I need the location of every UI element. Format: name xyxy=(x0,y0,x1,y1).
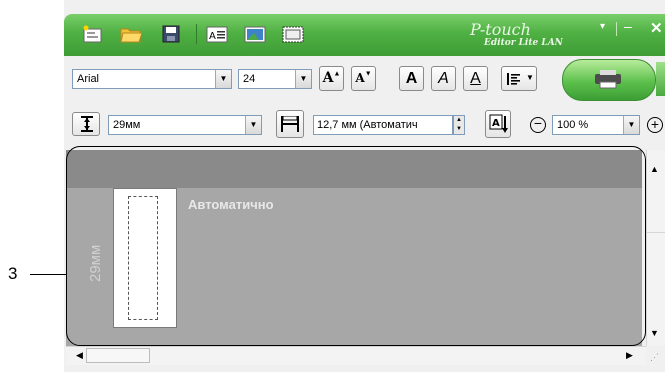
label-length-value: 12,7 мм (Автоматич xyxy=(317,119,418,131)
save-icon[interactable] xyxy=(160,24,182,44)
font-name-select[interactable]: Arial xyxy=(72,69,232,89)
printer-icon xyxy=(595,70,621,89)
callout-number: 3 xyxy=(8,264,18,283)
resize-grip-icon[interactable]: ⋰ xyxy=(650,352,664,366)
vertical-scrollbar[interactable]: ▲ ▼ xyxy=(646,150,665,346)
zoom-in-icon[interactable]: + xyxy=(647,117,663,133)
callout-highlight-frame xyxy=(66,146,646,346)
align-button[interactable]: ▼ xyxy=(501,66,537,91)
open-folder-icon[interactable] xyxy=(120,24,142,44)
horizontal-scroll-thumb[interactable] xyxy=(86,348,150,363)
scroll-up-icon[interactable]: ▲ xyxy=(650,164,659,174)
label-length-input[interactable]: 12,7 мм (Автоматич xyxy=(313,115,453,135)
shrink-font-button[interactable]: A▼ xyxy=(351,66,376,91)
tape-width-select[interactable]: 29мм xyxy=(108,115,262,135)
font-size-value: 24 xyxy=(243,73,256,85)
insert-image-icon[interactable] xyxy=(244,24,266,44)
brand-name: P-touch xyxy=(470,20,531,39)
scroll-down-icon[interactable]: ▼ xyxy=(650,328,659,338)
print-options-dropdown[interactable] xyxy=(656,62,665,96)
close-button[interactable]: ✕ xyxy=(650,19,663,37)
tape-width-dropdown-icon[interactable]: ▼ xyxy=(245,116,261,134)
new-label-icon[interactable] xyxy=(82,24,104,44)
svg-text:A: A xyxy=(492,118,500,129)
minimize-button[interactable]: – xyxy=(624,18,632,34)
zoom-value: 100 % xyxy=(557,119,589,131)
scroll-left-icon[interactable]: ◀ xyxy=(76,350,83,361)
zoom-dropdown-icon[interactable]: ▼ xyxy=(623,116,639,134)
insert-text-icon[interactable]: A xyxy=(206,24,228,44)
label-length-button[interactable] xyxy=(276,110,304,138)
font-size-dropdown-icon[interactable]: ▼ xyxy=(295,70,311,88)
callout-line xyxy=(30,274,67,275)
toolbar-separator xyxy=(196,24,197,44)
insert-frame-icon[interactable] xyxy=(282,24,304,44)
brand-edition: Editor Lite LAN xyxy=(484,38,563,48)
font-name-value: Arial xyxy=(77,73,100,85)
tape-width-button[interactable] xyxy=(72,112,100,136)
label-length-spinner[interactable]: ▲ ▼ xyxy=(453,115,465,135)
font-name-dropdown-icon[interactable]: ▼ xyxy=(215,70,231,88)
align-dropdown-icon: ▼ xyxy=(526,73,534,82)
horizontal-scrollbar[interactable]: ◀ ▶ xyxy=(66,346,646,365)
tape-width-value: 29мм xyxy=(113,119,141,131)
title-menu-arrow[interactable]: ▾ xyxy=(600,21,605,32)
italic-button[interactable]: A xyxy=(431,66,456,91)
zoom-out-icon[interactable]: − xyxy=(530,116,546,133)
grow-font-button[interactable]: A▲ xyxy=(319,66,344,91)
underline-button[interactable]: A xyxy=(463,66,488,91)
svg-text:A: A xyxy=(209,31,216,42)
label-length-icon xyxy=(281,116,299,132)
tape-width-icon xyxy=(81,116,93,132)
scroll-right-icon[interactable]: ▶ xyxy=(626,350,633,361)
vertical-scroll-divider xyxy=(647,232,665,233)
vertical-text-icon: A xyxy=(489,114,508,133)
title-separator xyxy=(616,22,617,36)
text-direction-button[interactable]: A xyxy=(485,110,511,138)
align-left-icon xyxy=(507,73,520,85)
bold-button[interactable]: A xyxy=(399,66,424,91)
brand-logo: P-touch Editor Lite LAN xyxy=(470,20,580,52)
